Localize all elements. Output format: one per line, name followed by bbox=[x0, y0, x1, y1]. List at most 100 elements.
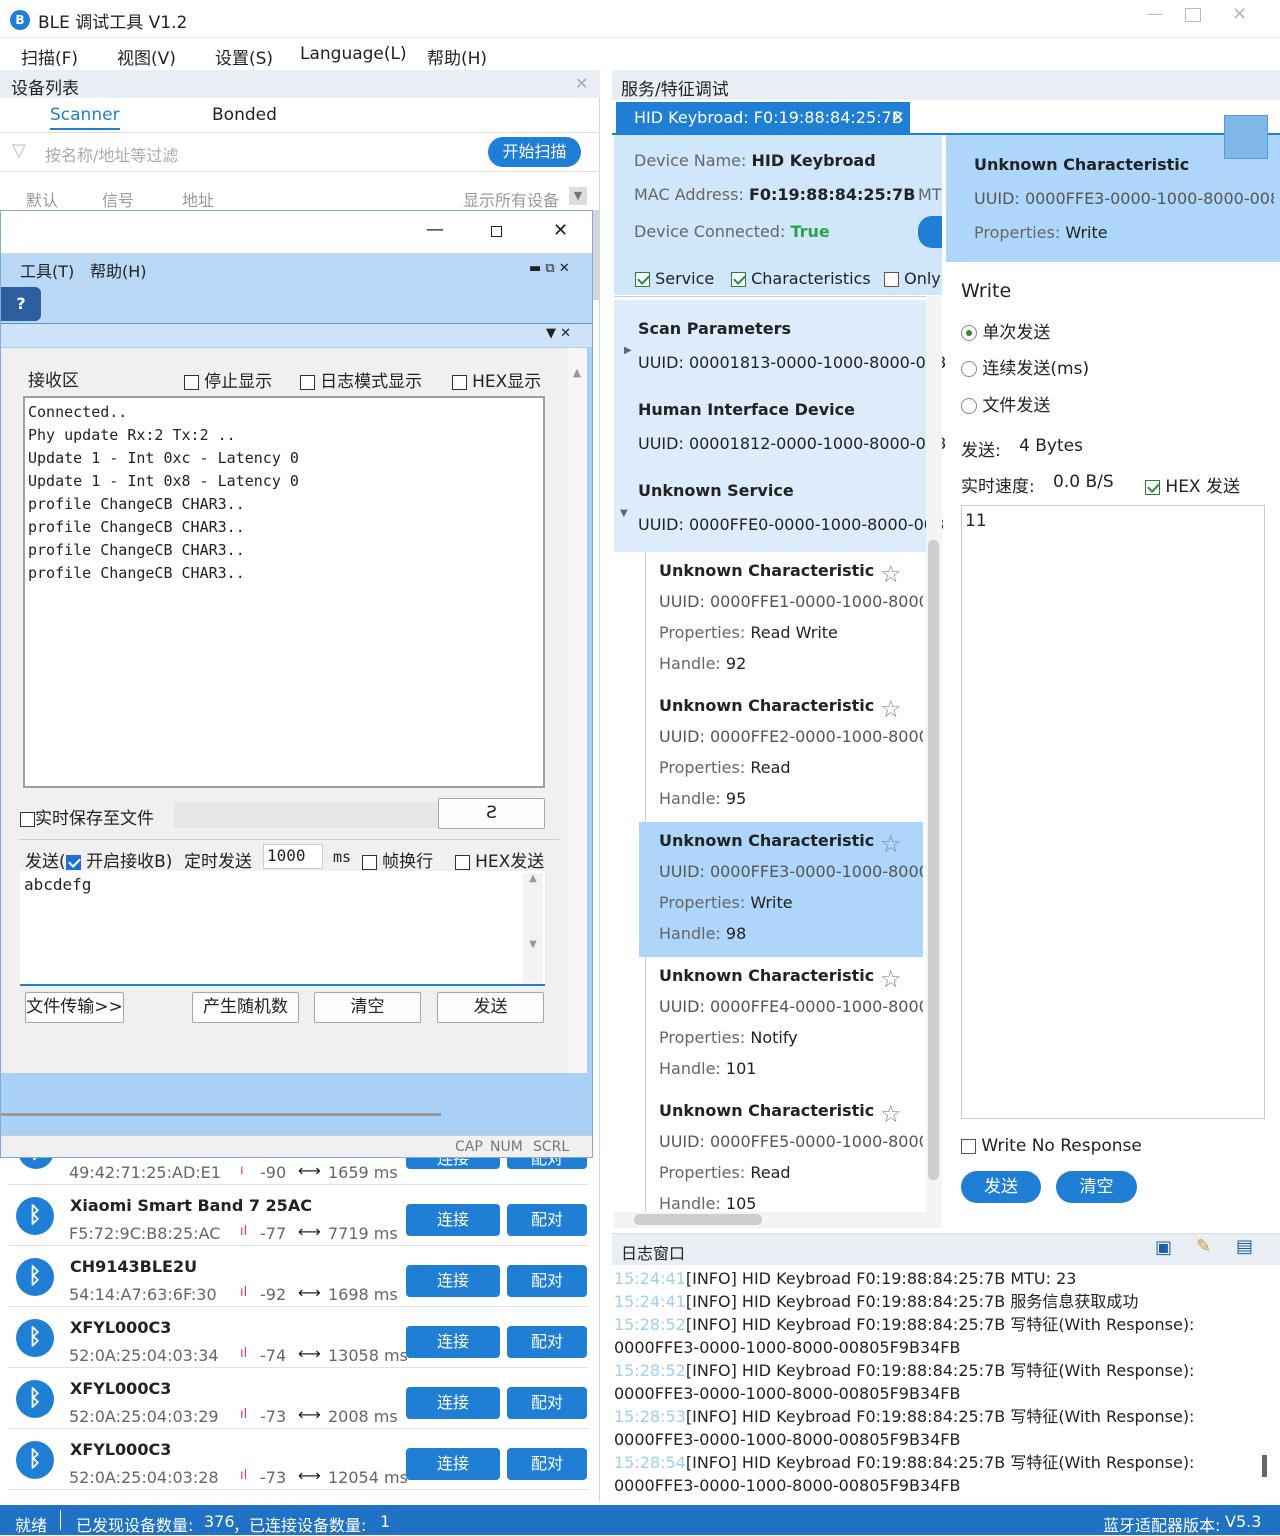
serial-scrollbar[interactable]: ▲ bbox=[567, 348, 587, 1073]
checkbox-icon[interactable] bbox=[362, 855, 377, 870]
panel-close-icon[interactable]: ✕ bbox=[575, 74, 588, 93]
device-row[interactable]: ᛒ CH9143BLE2U 54:14:A7:63:6F:30 ıl -92 ⟷ 1698 … bbox=[8, 1247, 588, 1307]
characteristic-item[interactable]: Unknown Characteristic ☆ UUID: 0000FFE1-00… bbox=[645, 552, 923, 684]
hex-send-checkbox: HEX发送 bbox=[455, 847, 544, 872]
hscroll[interactable] bbox=[1, 1113, 441, 1116]
clear-log-icon[interactable]: ▤ bbox=[1236, 1236, 1253, 1257]
checkbox-icon[interactable] bbox=[884, 272, 899, 287]
restore-icon[interactable]: ▬ ⧉ ✕ bbox=[529, 261, 570, 276]
star-icon[interactable]: ☆ bbox=[880, 695, 902, 723]
send-button[interactable]: 发送 bbox=[437, 992, 544, 1023]
save-file-button[interactable]: Ƨ bbox=[438, 798, 545, 829]
checkbox-icon[interactable] bbox=[1145, 479, 1160, 495]
mode-single-label: 单次发送 bbox=[982, 323, 1051, 343]
pair-button[interactable]: 配对 bbox=[507, 1448, 587, 1480]
interval-input[interactable]: 1000 bbox=[263, 844, 323, 869]
checkbox-icon[interactable] bbox=[455, 855, 470, 870]
collapse-icon[interactable]: ▼ bbox=[620, 508, 628, 519]
checkbox-icon[interactable] bbox=[961, 1138, 976, 1154]
connect-button[interactable]: 连接 bbox=[406, 1265, 500, 1297]
expand-icon[interactable]: ▶ bbox=[624, 345, 632, 356]
pair-button[interactable]: 配对 bbox=[507, 1387, 587, 1419]
tab-bonded[interactable]: Bonded bbox=[212, 105, 277, 125]
recv-textarea[interactable]: Connected.. Phy update Rx:2 Tx:2 .. Update… bbox=[23, 396, 545, 788]
serial-maximize-icon[interactable] bbox=[491, 226, 502, 237]
menu-language[interactable]: Language(L) bbox=[300, 44, 407, 64]
device-row[interactable]: ᛒ Xiaomi Smart Band 7 25AC F5:72:9C:B8:25:… bbox=[8, 1186, 588, 1246]
characteristic-item[interactable]: Unknown Characteristic ☆ UUID: 0000FFE3-00… bbox=[645, 822, 923, 954]
column-address[interactable]: 地址 bbox=[182, 187, 214, 211]
radio-icon[interactable] bbox=[961, 398, 977, 414]
serial-close-icon[interactable]: ✕ bbox=[553, 220, 568, 241]
file-path-field[interactable] bbox=[174, 802, 439, 828]
connect-button[interactable]: 连接 bbox=[406, 1387, 500, 1419]
radio-icon[interactable] bbox=[961, 361, 977, 377]
service-hscroll-thumb[interactable] bbox=[634, 1214, 762, 1225]
checkbox-icon[interactable] bbox=[452, 375, 467, 390]
connect-button[interactable]: 连接 bbox=[406, 1448, 500, 1480]
pair-button[interactable]: 配对 bbox=[507, 1265, 587, 1297]
star-icon[interactable]: ☆ bbox=[880, 560, 902, 588]
radio-icon[interactable] bbox=[961, 325, 977, 341]
write-input[interactable]: 11 bbox=[961, 505, 1265, 1119]
filter-input[interactable]: 按名称/地址等过滤 bbox=[45, 142, 178, 166]
file-transfer-button[interactable]: 文件传输>> bbox=[25, 992, 124, 1023]
star-icon[interactable]: ☆ bbox=[880, 1100, 902, 1128]
clear-button[interactable]: 清空 bbox=[314, 992, 421, 1023]
star-icon[interactable]: ☆ bbox=[880, 830, 902, 858]
checkbox-icon[interactable] bbox=[731, 272, 746, 287]
random-button[interactable]: 产生随机数 bbox=[192, 992, 299, 1023]
write-send-button[interactable]: 发送 bbox=[961, 1171, 1041, 1203]
star-icon[interactable]: ☆ bbox=[880, 965, 902, 993]
checkbox-icon[interactable] bbox=[184, 375, 199, 390]
chevron-down-icon[interactable]: ▼ bbox=[569, 187, 587, 205]
menu-help[interactable]: 帮助(H) bbox=[427, 44, 487, 69]
save-log-icon[interactable]: ▣ bbox=[1155, 1237, 1172, 1258]
send-textarea[interactable]: abcdefg bbox=[20, 871, 545, 986]
connect-button[interactable]: 连接 bbox=[406, 1204, 500, 1236]
pair-button[interactable]: 配对 bbox=[507, 1326, 587, 1358]
help-icon[interactable]: ? bbox=[1, 287, 41, 321]
checkbox-icon[interactable] bbox=[300, 375, 315, 390]
dropdown-icon[interactable]: ▼ ✕ bbox=[546, 326, 571, 341]
service-item[interactable]: Human Interface Device UUID: 00001812-00… bbox=[614, 382, 946, 462]
menu-scan[interactable]: 扫描(F) bbox=[21, 44, 78, 69]
close-icon[interactable]: ✕ bbox=[1232, 4, 1247, 25]
checkbox-icon[interactable] bbox=[20, 812, 35, 827]
checkbox-icon[interactable] bbox=[635, 272, 650, 287]
characteristic-item[interactable]: Unknown Characteristic ☆ UUID: 0000FFE5-00… bbox=[645, 1092, 923, 1224]
connect-button[interactable]: 连接 bbox=[406, 1326, 500, 1358]
maximize-icon[interactable] bbox=[1185, 8, 1201, 22]
serial-menu-tools[interactable]: 工具(T) bbox=[20, 258, 74, 282]
log-scrollbar[interactable] bbox=[1262, 1455, 1267, 1477]
minimize-icon[interactable]: — bbox=[1140, 4, 1170, 30]
column-default[interactable]: 默认 bbox=[26, 187, 58, 211]
edit-log-icon[interactable]: ✎ bbox=[1196, 1236, 1211, 1257]
column-signal[interactable]: 信号 bbox=[102, 187, 134, 211]
characteristic-item[interactable]: Unknown Characteristic ☆ UUID: 0000FFE4-00… bbox=[645, 957, 923, 1089]
serial-menu-help[interactable]: 帮助(H) bbox=[90, 258, 147, 282]
tab-close-icon[interactable]: ✕ bbox=[892, 108, 905, 126]
device-row[interactable]: ᛒ XFYL000C3 52:0A:25:04:03:34 ıl -74 ⟷ 13058 m… bbox=[8, 1308, 588, 1368]
bluetooth-icon: ᛒ bbox=[16, 1380, 54, 1418]
pair-button[interactable]: 配对 bbox=[507, 1204, 587, 1236]
show-all-dropdown[interactable]: 显示所有设备 bbox=[463, 187, 559, 211]
tab-scanner[interactable]: Scanner bbox=[50, 105, 120, 130]
device-interval: 12054 ms bbox=[328, 1468, 408, 1487]
disconnect-button[interactable] bbox=[918, 216, 942, 248]
device-row[interactable]: ᛒ 49:42:71:25:AD:E1 ı -90 ⟷ 1659 ms 连接 配… bbox=[8, 1143, 588, 1185]
characteristic-item[interactable]: Unknown Characteristic ☆ UUID: 0000FFE2-00… bbox=[645, 687, 923, 819]
serial-minimize-icon[interactable]: — bbox=[426, 219, 444, 240]
write-clear-button[interactable]: 清空 bbox=[1056, 1171, 1137, 1203]
device-row[interactable]: ᛒ XFYL000C3 52:0A:25:04:03:28 ıl -73 ⟷ 12054 m… bbox=[8, 1430, 588, 1490]
start-scan-button[interactable]: 开始扫描 bbox=[488, 137, 581, 167]
menu-settings[interactable]: 设置(S) bbox=[215, 44, 273, 69]
service-vscroll-thumb[interactable] bbox=[928, 540, 939, 1180]
send-scrollbar[interactable]: ▲ ▼ bbox=[523, 873, 543, 983]
service-item[interactable]: Unknown Service ▼ UUID: 0000FFE0-0000-10… bbox=[614, 462, 944, 552]
checkbox-icon[interactable] bbox=[66, 855, 81, 870]
device-tab[interactable]: HID Keybroad: F0:19:88:84:25:7B ✕ bbox=[616, 102, 910, 133]
device-row[interactable]: ᛒ XFYL000C3 52:0A:25:04:03:29 ıl -73 ⟷ 2008 ms… bbox=[8, 1369, 588, 1429]
menu-view[interactable]: 视图(V) bbox=[117, 44, 176, 69]
service-item[interactable]: Scan Parameters ▶ UUID: 00001813-0000-10… bbox=[614, 300, 946, 382]
